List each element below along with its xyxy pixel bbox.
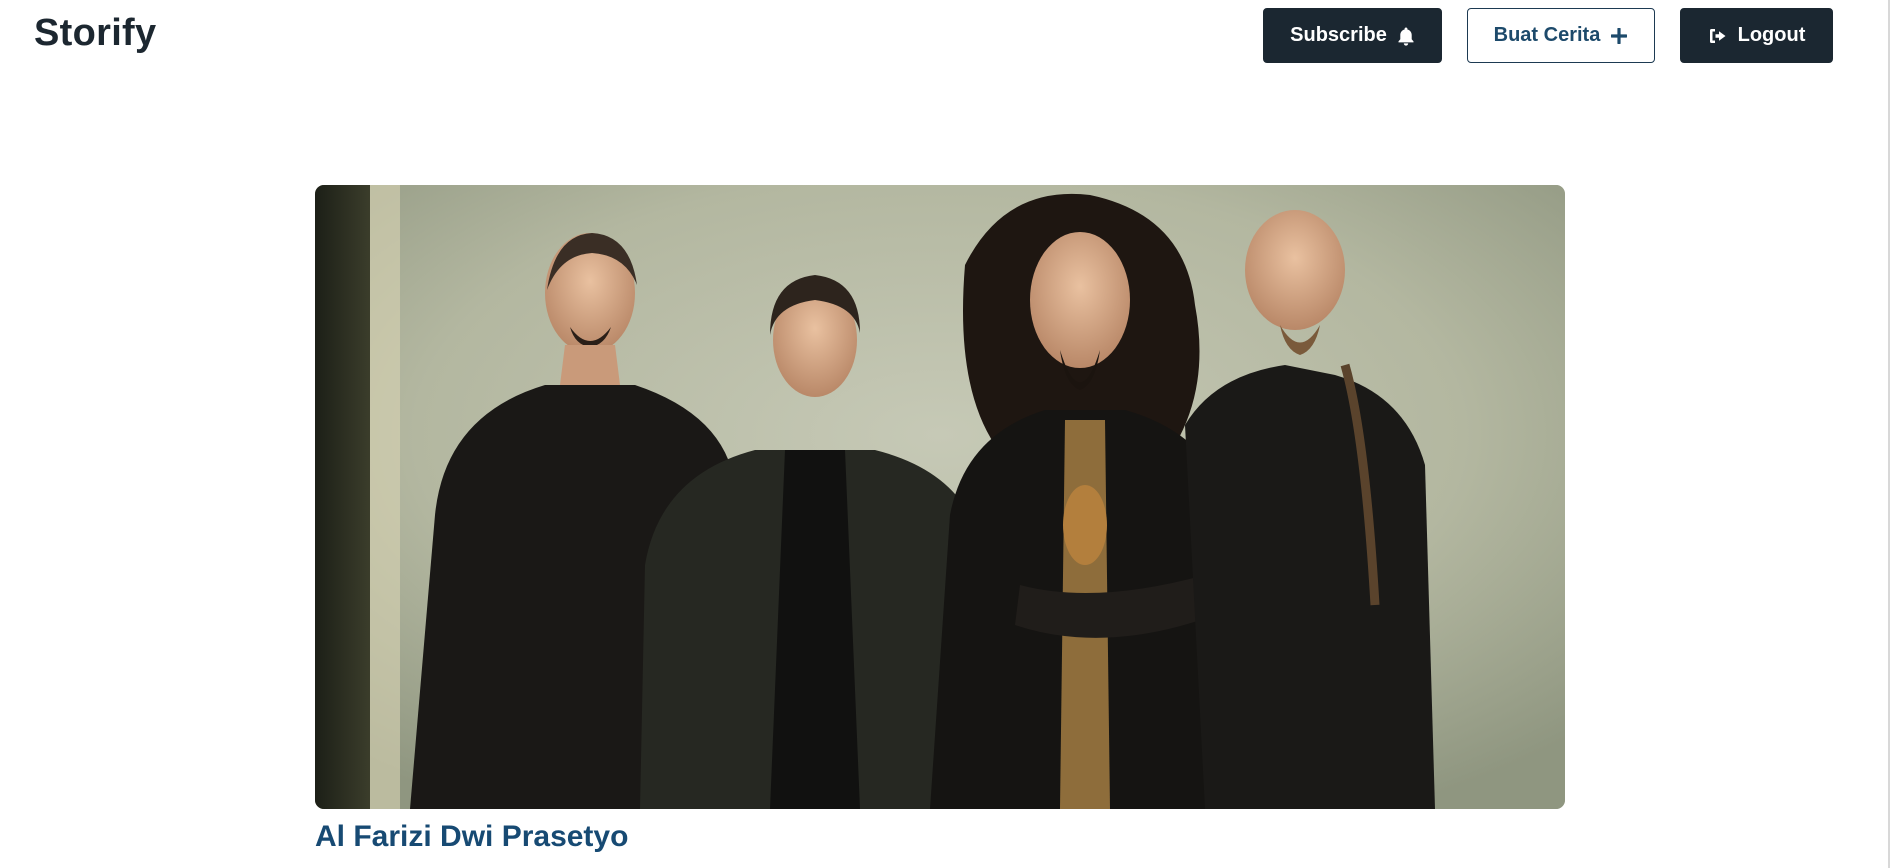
top-navbar: Storify Subscribe Buat Cerita Logout — [0, 0, 1890, 72]
subscribe-label: Subscribe — [1290, 24, 1387, 46]
logout-button[interactable]: Logout — [1680, 8, 1833, 63]
subscribe-button[interactable]: Subscribe — [1263, 8, 1442, 63]
author-name[interactable]: Al Farizi Dwi Prasetyo — [315, 820, 628, 854]
story-photo[interactable] — [315, 185, 1565, 809]
bell-icon — [1397, 26, 1415, 46]
create-story-button[interactable]: Buat Cerita — [1467, 8, 1655, 63]
brand-logo[interactable]: Storify — [34, 12, 156, 55]
logout-label: Logout — [1737, 24, 1806, 46]
story-photo-graphic — [315, 185, 1565, 809]
create-story-label: Buat Cerita — [1493, 24, 1601, 46]
sign-out-icon — [1708, 27, 1728, 45]
plus-icon — [1610, 27, 1628, 45]
